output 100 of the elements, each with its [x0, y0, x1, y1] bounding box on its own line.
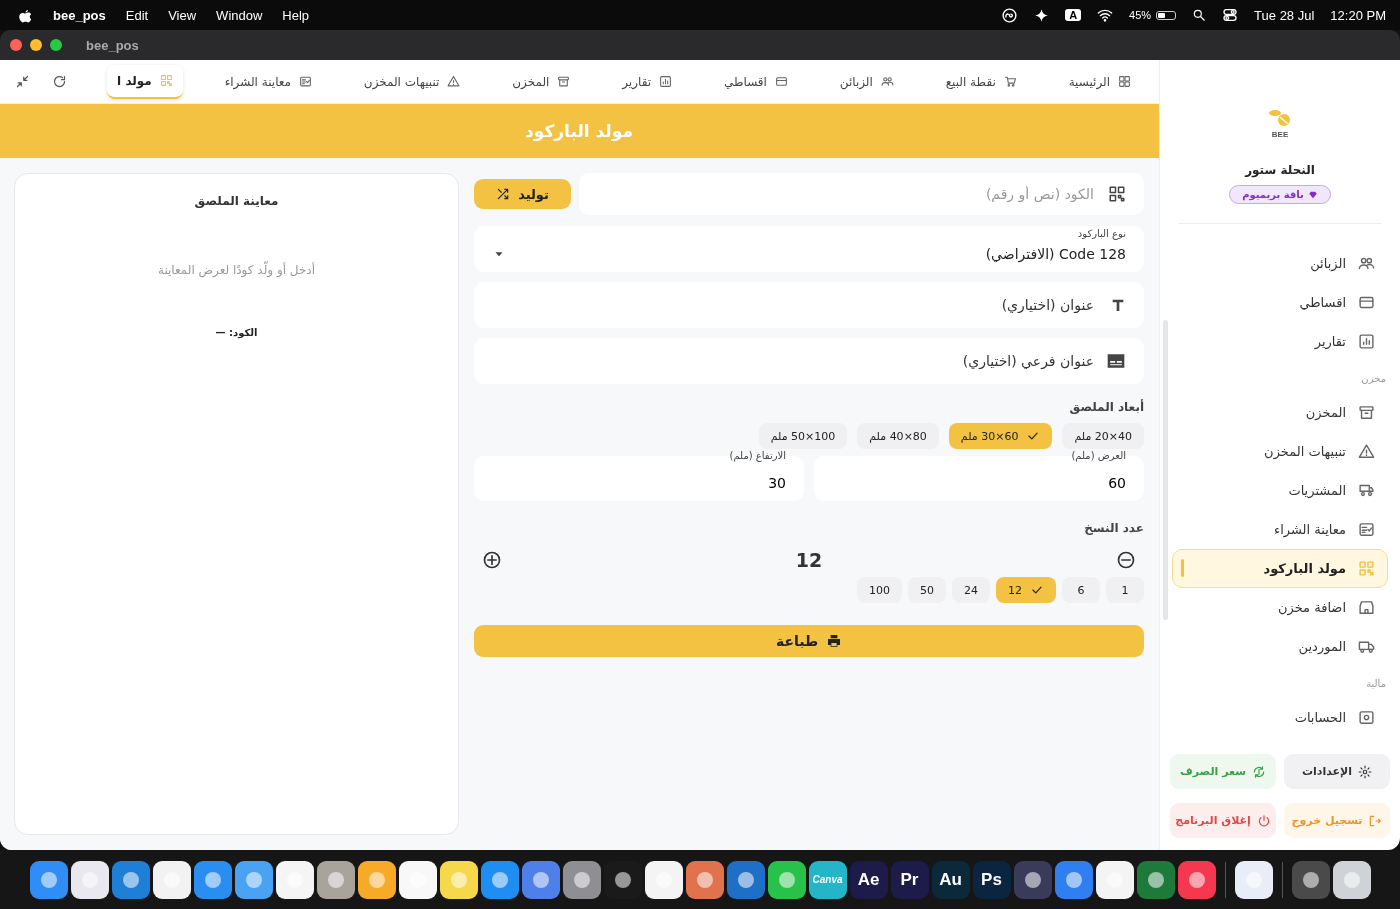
app-icon[interactable]	[1136, 860, 1175, 899]
app-icon[interactable]	[644, 860, 683, 899]
size-chip[interactable]: 80×40 ملم	[857, 423, 939, 449]
app-icon[interactable]	[70, 860, 109, 899]
menu-item[interactable]: View	[168, 7, 197, 23]
tab[interactable]: الزبائن	[829, 64, 904, 99]
app-icon[interactable]	[521, 860, 560, 899]
users-icon	[880, 75, 894, 88]
code-caption: الكود: —	[215, 327, 258, 338]
size-chip[interactable]: 100×50 ملم	[758, 423, 848, 449]
generate-button[interactable]: توليد	[474, 179, 571, 209]
copies-chip[interactable]: 24	[952, 577, 990, 603]
size-chip[interactable]: 60×30 ملم	[948, 423, 1053, 449]
store-icon	[1358, 599, 1375, 616]
sidebar-item[interactable]: المشتريات	[1172, 471, 1388, 510]
text-format-icon	[1110, 297, 1126, 313]
app-icon[interactable]	[439, 860, 478, 899]
section-label: مخزن	[1360, 372, 1387, 386]
tab[interactable]: نقطة البيع	[935, 64, 1027, 99]
window-title: bee_pos	[86, 37, 139, 53]
close-button[interactable]	[10, 39, 22, 51]
app-icon[interactable]	[1332, 860, 1371, 899]
print-button[interactable]: طباعة	[474, 625, 1144, 657]
checklist-icon	[1358, 521, 1375, 538]
sidebar-item[interactable]: تقارير	[1172, 322, 1388, 361]
title-field[interactable]: عنوان (اختياري)	[474, 282, 1144, 328]
app-icon[interactable]	[767, 860, 806, 899]
tab[interactable]: تنبيهات المخزن	[353, 64, 471, 99]
sidebar-label: اقساطي	[1299, 295, 1346, 310]
copies-chip[interactable]: 1	[1106, 577, 1144, 603]
sidebar-label: مولد الباركود	[1263, 561, 1346, 576]
tab[interactable]: تقارير	[612, 64, 683, 99]
app-icon[interactable]	[1054, 860, 1093, 899]
app-menu[interactable]: bee_pos	[53, 7, 106, 23]
settings-button[interactable]: الإعدادات	[1284, 754, 1390, 789]
quit-button[interactable]: إغلاق البرنامج	[1170, 803, 1276, 838]
subtitle-field[interactable]: عنوان فرعي (اختياري)	[474, 338, 1144, 384]
users-icon	[1358, 255, 1375, 272]
app-icon[interactable]	[1095, 860, 1134, 899]
app-icon[interactable]	[234, 860, 273, 899]
app-icon[interactable]: Pr	[890, 860, 929, 899]
app-icon[interactable]	[685, 860, 724, 899]
app-icon[interactable]	[1291, 860, 1330, 899]
app-icon[interactable]	[193, 860, 232, 899]
sidebar-item[interactable]: اضافة مخزن	[1172, 588, 1388, 627]
size-chip[interactable]: 40×20 ملم	[1062, 423, 1144, 449]
apple-icon	[18, 7, 33, 23]
select-value: Code 128 (الافتراضي)	[985, 246, 1126, 262]
app-icon[interactable]	[275, 860, 314, 899]
menu-item[interactable]: Window	[216, 7, 263, 23]
sidebar-label: معاينة الشراء	[1274, 522, 1346, 537]
zoom-button[interactable]	[50, 39, 62, 51]
tab[interactable]: مولد ا	[107, 64, 183, 99]
input-source-indicator[interactable]: A	[1065, 9, 1082, 21]
menu-item[interactable]: Help	[282, 7, 310, 23]
app-icon[interactable]	[480, 860, 519, 899]
decrement-button[interactable]	[1116, 550, 1136, 570]
sidebar-item[interactable]: المخزن	[1172, 393, 1388, 432]
app-icon[interactable]	[1234, 860, 1273, 899]
app-icon[interactable]	[357, 860, 396, 899]
tab[interactable]: معاينة الشراء	[214, 64, 322, 99]
app-icon[interactable]	[562, 860, 601, 899]
app-icon[interactable]	[152, 860, 191, 899]
app-icon[interactable]	[316, 860, 355, 899]
sidebar-item[interactable]: تنبيهات المخزن	[1172, 432, 1388, 471]
copies-chip[interactable]: 6	[1062, 577, 1100, 603]
app-icon[interactable]: Ae	[849, 860, 888, 899]
app-icon[interactable]	[603, 860, 642, 899]
copies-chip[interactable]: 12	[996, 577, 1056, 603]
diamond-icon	[1307, 189, 1318, 200]
sidebar-item[interactable]: الزبائن	[1172, 244, 1388, 283]
copies-chip[interactable]: 50	[908, 577, 946, 603]
tab[interactable]: المخزن	[502, 64, 581, 99]
archive-icon	[557, 75, 571, 88]
app-icon[interactable]	[1013, 860, 1052, 899]
sidebar-item[interactable]: الحسابات	[1172, 698, 1388, 737]
minimize-button[interactable]	[30, 39, 42, 51]
app-icon[interactable]: Au	[931, 860, 970, 899]
section-label: مالية	[1365, 677, 1387, 691]
increment-button[interactable]	[482, 550, 502, 570]
sidebar-item[interactable]: الموردين	[1172, 627, 1388, 666]
app-icon[interactable]	[398, 860, 437, 899]
sidebar-item[interactable]: مولد الباركود	[1172, 549, 1388, 588]
barcode-type-select[interactable]: نوع الباركود Code 128 (الافتراضي)	[474, 226, 1144, 272]
section-heading: عدد النسخ	[1083, 521, 1144, 535]
app-icon[interactable]	[111, 860, 150, 899]
copies-chip[interactable]: 100	[857, 577, 902, 603]
search-icon	[1192, 8, 1207, 22]
menu-item[interactable]: Edit	[125, 7, 149, 23]
store-name: النحلة ستور	[1243, 163, 1316, 177]
app-icon[interactable]	[726, 860, 765, 899]
sidebar-item[interactable]: اقساطي	[1172, 283, 1388, 322]
app-icon[interactable]: Ps	[972, 860, 1011, 899]
tab[interactable]: اقساطي	[713, 64, 798, 99]
scrollbar[interactable]	[1163, 320, 1168, 620]
subtitles-icon	[1106, 351, 1126, 371]
tab[interactable]: الرئيسية	[1058, 64, 1141, 99]
sidebar-item[interactable]: معاينة الشراء	[1172, 510, 1388, 549]
app-icon[interactable]	[29, 860, 68, 899]
app-icon[interactable]	[1177, 860, 1216, 899]
